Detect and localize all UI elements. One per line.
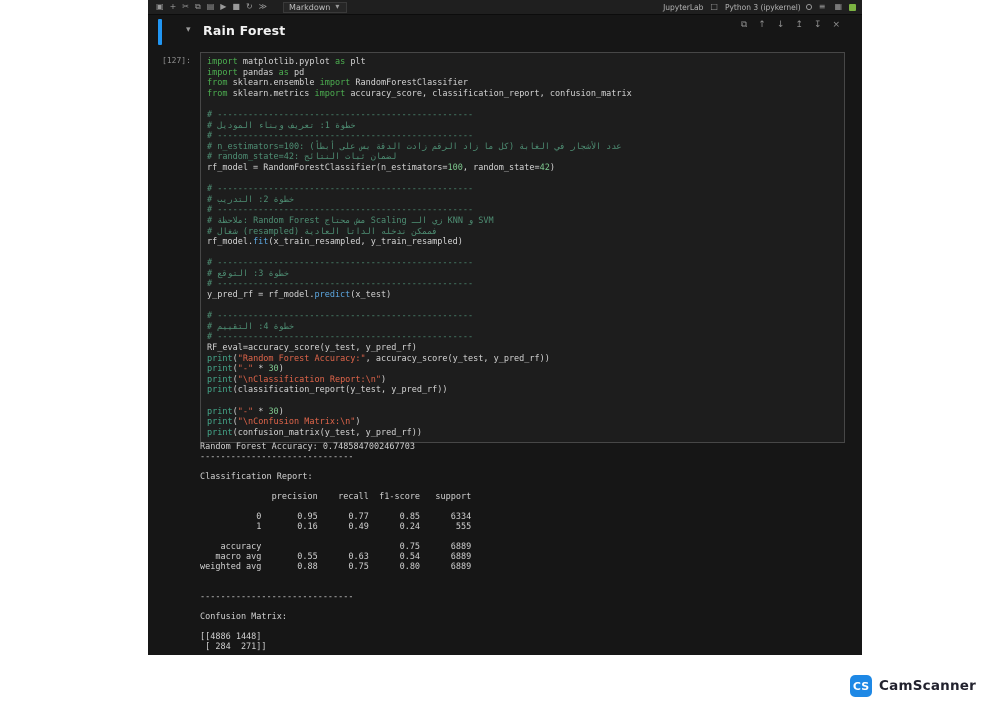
code-line: # شغال (resampled) فممكن ندخله الداتا ال… — [207, 227, 838, 238]
code-line: # n_estimators=100: عدد الأشجار في الغاب… — [207, 142, 838, 153]
paste-icon[interactable]: ▤ — [205, 2, 217, 12]
code-line: # --------------------------------------… — [207, 131, 838, 142]
code-line: # خطوة 1: تعريف وبناء الموديل — [207, 121, 838, 132]
code-line — [207, 174, 838, 185]
code-line: rf_model.fit(x_train_resampled, y_train_… — [207, 237, 838, 248]
cell-type-dropdown[interactable]: Markdown ▾ — [283, 2, 347, 13]
code-line — [207, 99, 838, 110]
collapse-chevron-icon[interactable]: ▾ — [186, 25, 191, 35]
duplicate-icon[interactable]: ⧉ — [739, 20, 749, 30]
code-line — [207, 396, 838, 407]
markdown-cell[interactable]: ▾ Rain Forest ⧉ ↑ ↓ ↥ ↧ × — [148, 17, 862, 47]
restart-icon[interactable]: ↻ — [244, 2, 255, 12]
code-line: print("\nConfusion Matrix:\n") — [207, 417, 838, 428]
cell-type-label: Markdown — [289, 3, 330, 12]
insert-above-icon[interactable]: ↥ — [793, 20, 805, 30]
code-line: import pandas as pd — [207, 68, 838, 79]
code-line: print(confusion_matrix(y_test, y_pred_rf… — [207, 428, 838, 439]
cell-toolbar: ⧉ ↑ ↓ ↥ ↧ × — [739, 20, 842, 30]
notebook-toolbar: ▣+✂⧉▤▶■↻≫ Markdown ▾ JupyterLab □ Python… — [148, 0, 862, 15]
jupyter-notebook-screenshot: ▣+✂⧉▤▶■↻≫ Markdown ▾ JupyterLab □ Python… — [148, 0, 862, 655]
code-line: # --------------------------------------… — [207, 332, 838, 343]
code-line: print(classification_report(y_test, y_pr… — [207, 385, 838, 396]
save-icon[interactable]: ▣ — [154, 2, 166, 12]
code-line: # --------------------------------------… — [207, 205, 838, 216]
code-line: # --------------------------------------… — [207, 279, 838, 290]
scanned-page: ▣+✂⧉▤▶■↻≫ Markdown ▾ JupyterLab □ Python… — [0, 0, 1000, 707]
camscanner-watermark: CS CamScanner — [850, 675, 976, 697]
selected-cell-indicator — [158, 19, 162, 45]
code-line: # خطوة 3: التوقع — [207, 269, 838, 280]
add-icon[interactable]: + — [168, 2, 179, 12]
menu-icon[interactable]: ≡ — [817, 2, 828, 12]
layout-icon[interactable]: □ — [708, 2, 720, 12]
code-line — [207, 301, 838, 312]
grid-icon[interactable]: ▦ — [832, 2, 844, 12]
cell-output: Random Forest Accuracy: 0.74858470024677… — [200, 442, 471, 652]
code-line: RF_eval=accuracy_score(y_test, y_pred_rf… — [207, 343, 838, 354]
markdown-title: Rain Forest — [203, 23, 285, 38]
code-line: # --------------------------------------… — [207, 311, 838, 322]
code-line: print("-" * 30) — [207, 364, 838, 375]
code-line: rf_model = RandomForestClassifier(n_esti… — [207, 163, 838, 174]
jupyterlab-label: JupyterLab — [663, 3, 703, 12]
copy-icon[interactable]: ⧉ — [193, 2, 203, 12]
move-up-icon[interactable]: ↑ — [756, 20, 768, 30]
cut-icon[interactable]: ✂ — [180, 2, 191, 12]
code-line: # خطوة 4: التقييم — [207, 322, 838, 333]
code-line — [207, 248, 838, 259]
kernel-status-icon — [806, 4, 812, 10]
code-line: print("-" * 30) — [207, 407, 838, 418]
code-line: print("\nClassification Report:\n") — [207, 375, 838, 386]
code-line: print("Random Forest Accuracy:", accurac… — [207, 354, 838, 365]
move-down-icon[interactable]: ↓ — [775, 20, 787, 30]
camscanner-logo-icon: CS — [850, 675, 872, 697]
status-square-icon — [849, 4, 856, 11]
fast-forward-icon[interactable]: ≫ — [257, 2, 269, 12]
insert-below-icon[interactable]: ↧ — [812, 20, 824, 30]
camscanner-label: CamScanner — [879, 678, 976, 694]
code-line: # --------------------------------------… — [207, 184, 838, 195]
toolbar-right: JupyterLab □ Python 3 (ipykernel) ≡ ▦ — [663, 2, 856, 12]
stop-icon[interactable]: ■ — [230, 2, 242, 12]
code-line: # خطوة 2: التدريب — [207, 195, 838, 206]
code-line: # --------------------------------------… — [207, 258, 838, 269]
code-line: # --------------------------------------… — [207, 110, 838, 121]
kernel-name-label[interactable]: Python 3 (ipykernel) — [725, 3, 801, 12]
code-line: from sklearn.ensemble import RandomFores… — [207, 78, 838, 89]
code-line: # ملاحظة: Random Forest مش محتاج Scaling… — [207, 216, 838, 227]
code-line: import matplotlib.pyplot as plt — [207, 57, 838, 68]
code-line: # random_state=42: لضمان ثبات النتائج — [207, 152, 838, 163]
code-line: y_pred_rf = rf_model.predict(x_test) — [207, 290, 838, 301]
run-icon[interactable]: ▶ — [218, 2, 228, 12]
delete-icon[interactable]: × — [830, 20, 842, 30]
execution-count: [127]: — [162, 56, 191, 65]
code-editor[interactable]: import matplotlib.pyplot as pltimport pa… — [200, 52, 845, 443]
camscanner-badge-text: CS — [853, 680, 869, 693]
chevron-down-icon: ▾ — [333, 2, 341, 12]
code-line: from sklearn.metrics import accuracy_sco… — [207, 89, 838, 100]
toolbar-left-icons: ▣+✂⧉▤▶■↻≫ — [154, 2, 269, 12]
